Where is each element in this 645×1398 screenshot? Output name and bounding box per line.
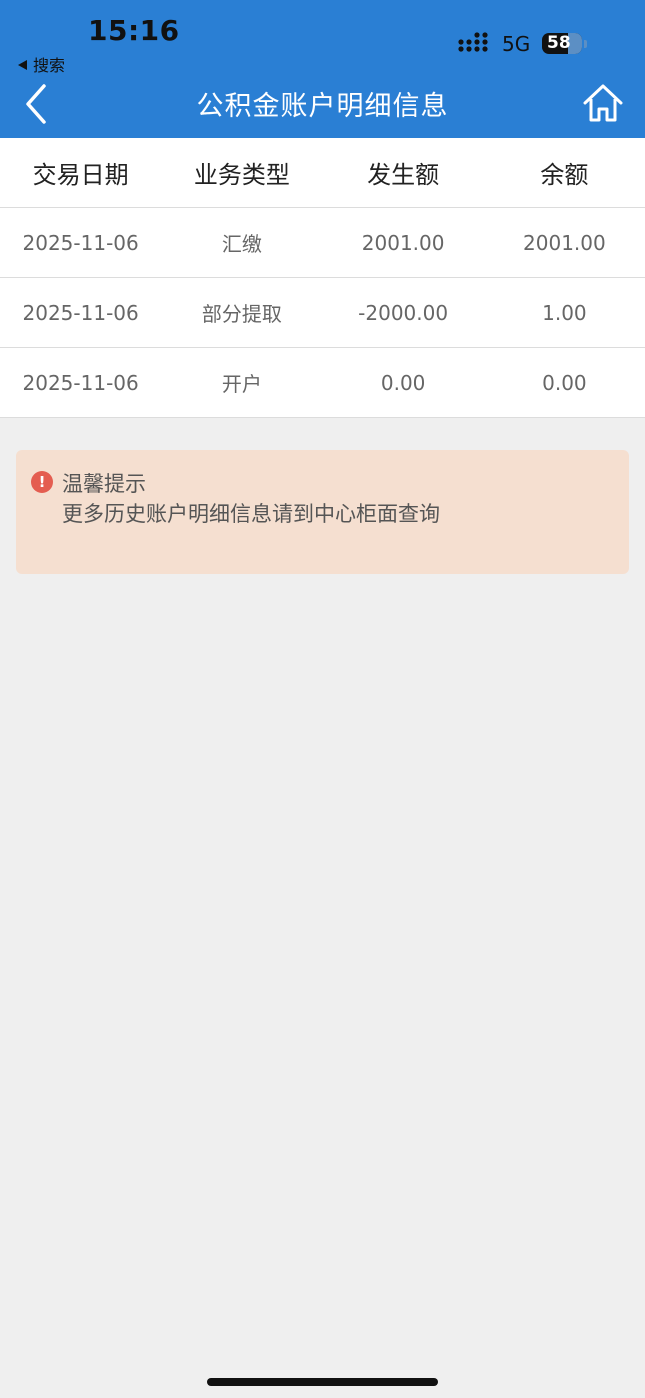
cell-amount: -2000.00 [358, 300, 449, 325]
status-time: 15:16 [88, 14, 180, 47]
battery-icon: 58 [542, 33, 582, 54]
cell-amount: 0.00 [380, 370, 426, 395]
notice-text: 更多历史账户明细信息请到中心柜面查询 [62, 502, 440, 526]
header-balance: 余额 [540, 161, 589, 189]
home-icon[interactable] [582, 82, 624, 124]
battery-level: 58 [547, 33, 571, 53]
table-row: 2025-11-06 汇缴 2001.00 2001.00 [0, 208, 645, 278]
page-title: 公积金账户明细信息 [196, 91, 449, 122]
home-indicator[interactable] [207, 1378, 438, 1386]
header-amount: 发生额 [367, 161, 440, 189]
header-date: 交易日期 [32, 161, 129, 189]
table-header-row: 交易日期 业务类型 发生额 余额 [0, 138, 645, 208]
back-triangle-icon [18, 60, 27, 70]
battery-tip [584, 40, 587, 48]
cell-balance: 2001.00 [523, 230, 606, 255]
notice-title: 温馨提示 [62, 472, 146, 496]
cell-balance: 0.00 [542, 370, 587, 395]
cell-date: 2025-11-06 [22, 230, 139, 255]
network-type: 5G [502, 32, 531, 56]
exclamation-circle-icon: ! [31, 471, 53, 493]
table-row: 2025-11-06 开户 0.00 0.00 [0, 348, 645, 418]
account-detail-table: 交易日期 业务类型 发生额 余额 2025-11-06 汇缴 2001.00 2… [0, 138, 645, 418]
cell-amount: 2001.00 [361, 230, 445, 255]
signal-icon [458, 32, 488, 52]
cell-date: 2025-11-06 [22, 370, 139, 395]
status-back-link[interactable]: 搜索 [18, 52, 65, 76]
cell-balance: 1.00 [542, 300, 587, 325]
app-header: 15:16 搜索 5G 58 公积金账户明细信息 [0, 0, 645, 138]
header-type: 业务类型 [193, 161, 290, 189]
cell-date: 2025-11-06 [22, 300, 139, 325]
cell-type: 汇缴 [221, 232, 262, 256]
status-back-label: 搜索 [33, 56, 66, 75]
table-row: 2025-11-06 部分提取 -2000.00 1.00 [0, 278, 645, 348]
cell-type: 部分提取 [201, 302, 282, 326]
cell-type: 开户 [221, 372, 262, 396]
